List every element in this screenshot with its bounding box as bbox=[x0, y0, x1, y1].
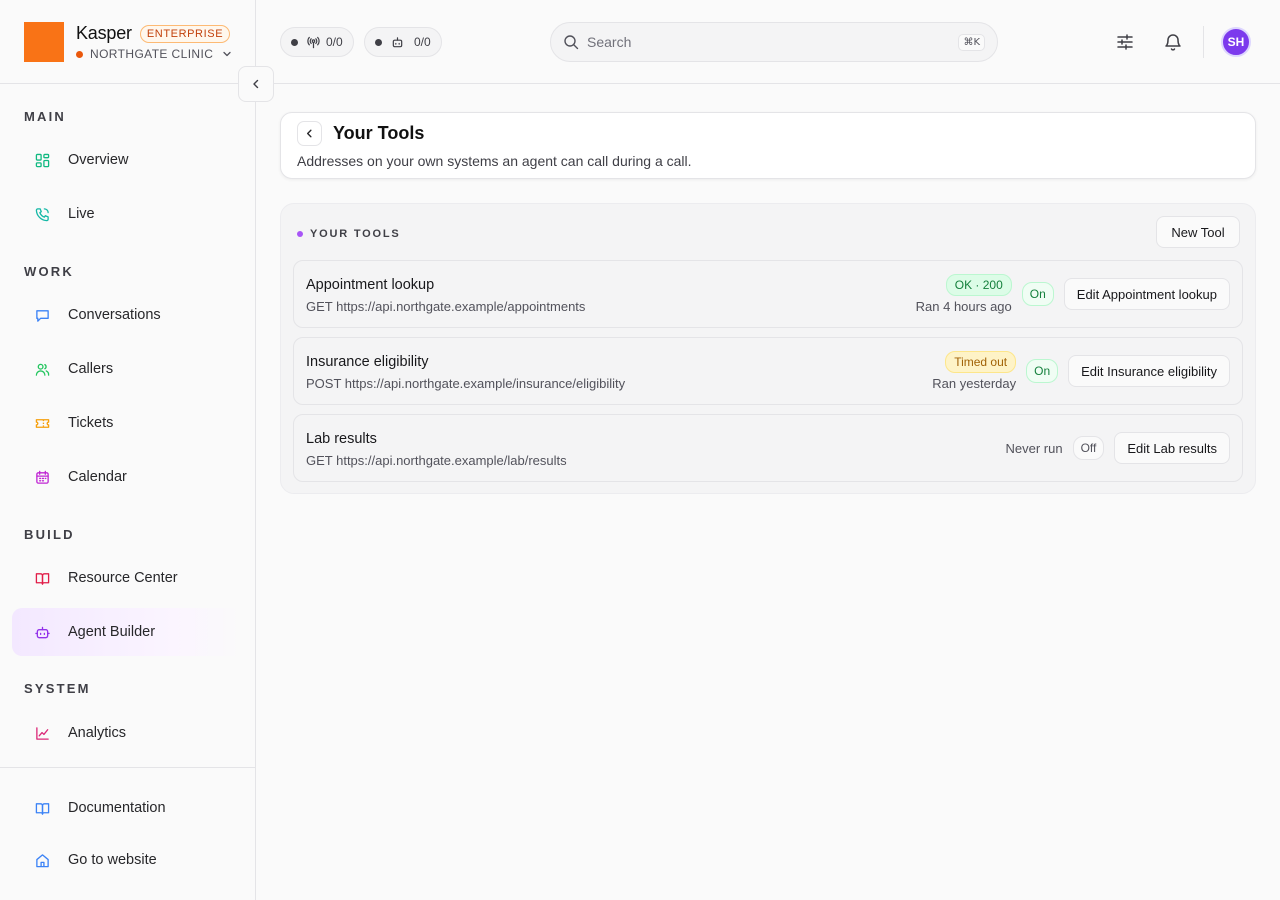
users-icon bbox=[34, 361, 50, 377]
live-calls-indicator[interactable]: 0/0 bbox=[280, 27, 354, 57]
brand[interactable]: Kasper ENTERPRISE NORTHGATE CLINIC bbox=[24, 22, 233, 62]
live-calls-count: 0/0 bbox=[326, 35, 343, 49]
plan-badge: ENTERPRISE bbox=[139, 24, 231, 43]
tool-name: Appointment lookup bbox=[306, 277, 435, 293]
enabled-toggle[interactable]: On bbox=[1021, 282, 1054, 306]
status-badge: OK · 200 bbox=[945, 274, 1012, 296]
section-title-system: SYSTEM bbox=[24, 681, 91, 696]
tool-row[interactable]: Insurance eligibility POST https://api.n… bbox=[293, 337, 1243, 405]
agents-count: 0/0 bbox=[414, 35, 431, 49]
section-title-build: BUILD bbox=[24, 527, 75, 542]
sidebar-item-overview[interactable]: Overview bbox=[12, 136, 244, 184]
search-bar[interactable]: ⌘K bbox=[550, 22, 998, 62]
book-open-icon bbox=[34, 800, 50, 816]
broadcast-icon bbox=[307, 36, 320, 48]
sidebar-item-label: Live bbox=[68, 206, 95, 222]
sidebar-item-conversations[interactable]: Conversations bbox=[12, 291, 244, 339]
filters-button[interactable] bbox=[1113, 30, 1137, 54]
edit-tool-button[interactable]: Edit Lab results bbox=[1114, 432, 1230, 464]
sidebar-item-label: Calendar bbox=[68, 469, 127, 485]
brand-name: Kasper bbox=[76, 23, 132, 43]
section-dot bbox=[297, 231, 303, 237]
tools-section-title: YOUR TOOLS bbox=[310, 228, 401, 240]
tool-row[interactable]: Appointment lookup GET https://api.north… bbox=[293, 260, 1243, 328]
sidebar-item-label: Tickets bbox=[68, 415, 114, 431]
page-title: Your Tools bbox=[333, 123, 425, 143]
sidebar-item-resource-center[interactable]: Resource Center bbox=[12, 554, 244, 602]
divider bbox=[1203, 26, 1204, 58]
bot-icon bbox=[34, 624, 50, 640]
bell-icon bbox=[1165, 34, 1181, 51]
last-run: Never run bbox=[1005, 440, 1063, 456]
topbar: 0/0 0/0 ⌘K SH bbox=[256, 0, 1280, 84]
sidebar-item-callers[interactable]: Callers bbox=[12, 345, 244, 393]
org-name: NORTHGATE CLINIC bbox=[90, 47, 214, 61]
sidebar: Kasper ENTERPRISE NORTHGATE CLINIC MAIN … bbox=[0, 0, 256, 900]
org-switcher[interactable]: NORTHGATE CLINIC bbox=[76, 47, 233, 61]
tools-panel: YOUR TOOLS New Tool Appointment lookup G… bbox=[280, 203, 1256, 494]
calendar-icon bbox=[34, 469, 50, 485]
sidebar-item-documentation[interactable]: Documentation bbox=[8, 784, 240, 832]
sidebar-item-label: Agent Builder bbox=[68, 624, 156, 640]
tool-row[interactable]: Lab results GET https://api.northgate.ex… bbox=[293, 414, 1243, 482]
collapse-sidebar-button[interactable] bbox=[238, 66, 274, 102]
brand-logo bbox=[24, 22, 64, 62]
sidebar-item-label: Resource Center bbox=[68, 570, 178, 586]
enabled-toggle[interactable]: On bbox=[1026, 359, 1059, 383]
ticket-icon bbox=[34, 415, 50, 431]
chart-icon bbox=[34, 725, 50, 741]
page-subtitle: Addresses on your own systems an agent c… bbox=[297, 153, 692, 169]
chevron-down-icon bbox=[223, 51, 231, 57]
page-header: Your Tools Addresses on your own systems… bbox=[280, 112, 1256, 179]
avatar[interactable]: SH bbox=[1221, 27, 1251, 57]
tool-name: Insurance eligibility bbox=[306, 354, 429, 370]
last-run: Ran yesterday bbox=[932, 376, 1017, 391]
notifications-button[interactable] bbox=[1161, 30, 1185, 54]
status-badge: Timed out bbox=[945, 351, 1017, 373]
org-status-dot bbox=[76, 50, 83, 58]
enabled-toggle[interactable]: Off bbox=[1072, 436, 1105, 460]
agents-indicator[interactable]: 0/0 bbox=[364, 27, 442, 57]
tool-endpoint: GET https://api.northgate.example/appoin… bbox=[306, 299, 586, 314]
chevron-left-icon bbox=[253, 79, 259, 89]
sidebar-item-analytics[interactable]: Analytics bbox=[12, 709, 244, 757]
sidebar-item-label: Documentation bbox=[68, 800, 166, 816]
tool-endpoint: POST https://api.northgate.example/insur… bbox=[306, 376, 626, 391]
sidebar-item-label: Overview bbox=[68, 152, 129, 168]
search-icon bbox=[564, 35, 579, 50]
search-input[interactable] bbox=[587, 34, 959, 50]
home-icon bbox=[34, 852, 50, 868]
status-dot bbox=[375, 38, 382, 46]
last-run: Ran 4 hours ago bbox=[915, 299, 1012, 314]
sidebar-item-calendar[interactable]: Calendar bbox=[12, 453, 244, 501]
search-shortcut: ⌘K bbox=[958, 33, 985, 51]
book-icon bbox=[34, 570, 50, 586]
sidebar-item-label: Analytics bbox=[68, 725, 127, 741]
sidebar-item-label: Conversations bbox=[68, 307, 161, 323]
sidebar-item-label: Callers bbox=[68, 361, 114, 377]
sidebar-item-tickets[interactable]: Tickets bbox=[12, 399, 244, 447]
chevron-left-icon bbox=[306, 129, 312, 138]
section-title-main: MAIN bbox=[24, 109, 67, 124]
section-title-work: WORK bbox=[24, 264, 74, 279]
new-tool-button[interactable]: New Tool bbox=[1156, 216, 1240, 248]
tool-endpoint: GET https://api.northgate.example/lab/re… bbox=[306, 453, 567, 468]
phone-icon bbox=[34, 206, 50, 222]
sidebar-item-label: Go to website bbox=[68, 852, 157, 868]
grid-icon bbox=[34, 152, 50, 168]
divider bbox=[0, 83, 256, 84]
tools-section-label: YOUR TOOLS bbox=[297, 228, 401, 240]
divider bbox=[0, 767, 256, 768]
sidebar-item-live[interactable]: Live bbox=[12, 190, 244, 238]
back-button[interactable] bbox=[297, 121, 322, 146]
status-dot bbox=[291, 38, 298, 46]
sliders-icon bbox=[1117, 34, 1133, 50]
bot-icon bbox=[392, 36, 403, 47]
edit-tool-button[interactable]: Edit Appointment lookup bbox=[1063, 278, 1230, 310]
chat-icon bbox=[34, 307, 50, 323]
tool-name: Lab results bbox=[306, 431, 377, 447]
sidebar-item-go-to-website[interactable]: Go to website bbox=[8, 836, 240, 884]
edit-tool-button[interactable]: Edit Insurance eligibility bbox=[1068, 355, 1230, 387]
sidebar-item-agent-builder[interactable]: Agent Builder bbox=[12, 608, 244, 656]
